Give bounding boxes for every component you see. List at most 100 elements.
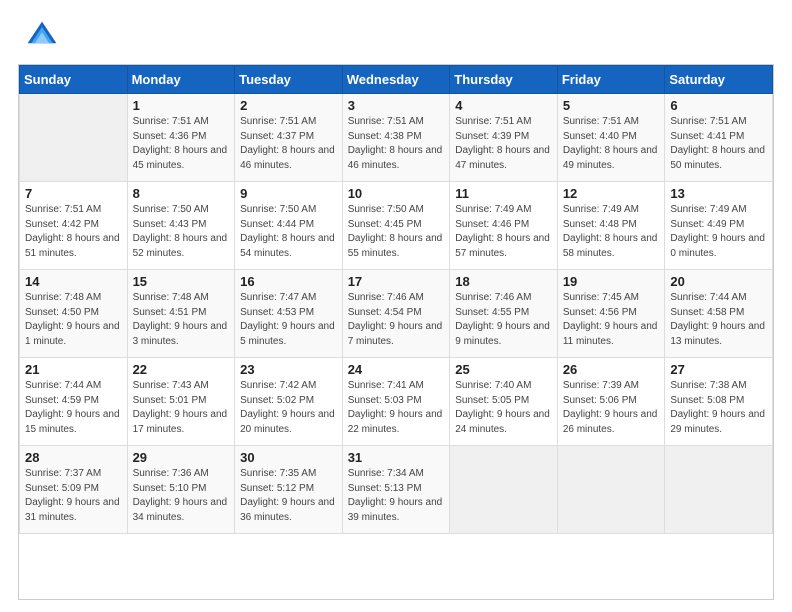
week-row-3: 14Sunrise: 7:48 AMSunset: 4:50 PMDayligh… (20, 270, 773, 358)
day-number: 9 (240, 186, 337, 201)
day-number: 31 (348, 450, 445, 465)
day-info: Sunrise: 7:51 AMSunset: 4:36 PMDaylight:… (133, 115, 230, 173)
calendar-cell: 30 Sunrise: 7:35 AMSunset: 5:12 PMDayligh… (235, 446, 343, 534)
calendar-cell: 29 Sunrise: 7:36 AMSunset: 5:10 PMDayligh… (127, 446, 235, 534)
day-info: Sunrise: 7:50 AMSunset: 4:45 PMDaylight:… (348, 203, 445, 261)
calendar-cell: 3Sunrise: 7:51 AMSunset: 4:38 PMDaylight… (342, 94, 450, 182)
day-info: Sunrise: 7:47 AMSunset: 4:53 PMDaylight:… (240, 291, 337, 349)
day-info: Sunrise: 7:45 AMSunset: 4:56 PMDaylight:… (563, 291, 660, 349)
day-number: 23 (240, 362, 337, 377)
day-info: Sunrise: 7:50 AMSunset: 4:44 PMDaylight:… (240, 203, 337, 261)
day-info: Sunrise: 7:40 AMSunset: 5:05 PMDaylight:… (455, 379, 552, 437)
day-info: Sunrise: 7:42 AMSunset: 5:02 PMDaylight:… (240, 379, 337, 437)
day-number: 18 (455, 274, 552, 289)
day-number: 29 (133, 450, 230, 465)
calendar-cell (665, 446, 773, 534)
day-number: 10 (348, 186, 445, 201)
calendar-cell: 10 Sunrise: 7:50 AMSunset: 4:45 PMDayligh… (342, 182, 450, 270)
calendar-cell: 19 Sunrise: 7:45 AMSunset: 4:56 PMDayligh… (557, 270, 665, 358)
day-info: Sunrise: 7:49 AMSunset: 4:48 PMDaylight:… (563, 203, 660, 261)
calendar-cell: 9 Sunrise: 7:50 AMSunset: 4:44 PMDaylight… (235, 182, 343, 270)
day-number: 12 (563, 186, 660, 201)
weekday-header-friday: Friday (557, 66, 665, 94)
day-number: 24 (348, 362, 445, 377)
day-info: Sunrise: 7:46 AMSunset: 4:55 PMDaylight:… (455, 291, 552, 349)
day-info: Sunrise: 7:51 AMSunset: 4:42 PMDaylight:… (25, 203, 122, 261)
day-number: 5 (563, 98, 660, 113)
weekday-header-saturday: Saturday (665, 66, 773, 94)
header (0, 0, 792, 64)
calendar-cell: 4 Sunrise: 7:51 AMSunset: 4:39 PMDaylight… (450, 94, 558, 182)
week-row-2: 7 Sunrise: 7:51 AMSunset: 4:42 PMDaylight… (20, 182, 773, 270)
day-number: 26 (563, 362, 660, 377)
calendar-header: SundayMondayTuesdayWednesdayThursdayFrid… (20, 66, 773, 94)
calendar-cell: 6 Sunrise: 7:51 AMSunset: 4:41 PMDaylight… (665, 94, 773, 182)
day-info: Sunrise: 7:50 AMSunset: 4:43 PMDaylight:… (133, 203, 230, 261)
calendar-cell: 5 Sunrise: 7:51 AMSunset: 4:40 PMDaylight… (557, 94, 665, 182)
calendar-cell: 7 Sunrise: 7:51 AMSunset: 4:42 PMDaylight… (20, 182, 128, 270)
day-number: 14 (25, 274, 122, 289)
day-info: Sunrise: 7:35 AMSunset: 5:12 PMDaylight:… (240, 467, 337, 525)
day-number: 19 (563, 274, 660, 289)
day-number: 1 (133, 98, 230, 113)
weekday-header-wednesday: Wednesday (342, 66, 450, 94)
calendar-cell: 14Sunrise: 7:48 AMSunset: 4:50 PMDayligh… (20, 270, 128, 358)
day-number: 22 (133, 362, 230, 377)
weekday-header-thursday: Thursday (450, 66, 558, 94)
day-number: 4 (455, 98, 552, 113)
day-number: 28 (25, 450, 122, 465)
calendar-cell: 18 Sunrise: 7:46 AMSunset: 4:55 PMDayligh… (450, 270, 558, 358)
calendar-cell (450, 446, 558, 534)
calendar-cell: 1 Sunrise: 7:51 AMSunset: 4:36 PMDaylight… (127, 94, 235, 182)
calendar-cell: 22 Sunrise: 7:43 AMSunset: 5:01 PMDayligh… (127, 358, 235, 446)
day-info: Sunrise: 7:51 AMSunset: 4:41 PMDaylight:… (670, 115, 767, 173)
calendar-cell: 15Sunrise: 7:48 AMSunset: 4:51 PMDayligh… (127, 270, 235, 358)
day-info: Sunrise: 7:49 AMSunset: 4:49 PMDaylight:… (670, 203, 767, 261)
day-number: 8 (133, 186, 230, 201)
day-info: Sunrise: 7:51 AMSunset: 4:39 PMDaylight:… (455, 115, 552, 173)
day-info: Sunrise: 7:49 AMSunset: 4:46 PMDaylight:… (455, 203, 552, 261)
calendar: SundayMondayTuesdayWednesdayThursdayFrid… (18, 64, 774, 600)
weekday-header-sunday: Sunday (20, 66, 128, 94)
day-info: Sunrise: 7:37 AMSunset: 5:09 PMDaylight:… (25, 467, 122, 525)
day-info: Sunrise: 7:44 AMSunset: 4:59 PMDaylight:… (25, 379, 122, 437)
weekday-header-monday: Monday (127, 66, 235, 94)
day-number: 7 (25, 186, 122, 201)
calendar-cell: 13 Sunrise: 7:49 AMSunset: 4:49 PMDayligh… (665, 182, 773, 270)
day-info: Sunrise: 7:46 AMSunset: 4:54 PMDaylight:… (348, 291, 445, 349)
calendar-cell: 31 Sunrise: 7:34 AMSunset: 5:13 PMDayligh… (342, 446, 450, 534)
calendar-cell: 26 Sunrise: 7:39 AMSunset: 5:06 PMDayligh… (557, 358, 665, 446)
week-row-4: 21Sunrise: 7:44 AMSunset: 4:59 PMDayligh… (20, 358, 773, 446)
calendar-body: 1 Sunrise: 7:51 AMSunset: 4:36 PMDaylight… (20, 94, 773, 534)
day-number: 13 (670, 186, 767, 201)
day-info: Sunrise: 7:44 AMSunset: 4:58 PMDaylight:… (670, 291, 767, 349)
day-number: 17 (348, 274, 445, 289)
calendar-cell: 28 Sunrise: 7:37 AMSunset: 5:09 PMDayligh… (20, 446, 128, 534)
day-number: 27 (670, 362, 767, 377)
day-info: Sunrise: 7:51 AMSunset: 4:38 PMDaylight:… (348, 115, 445, 173)
calendar-cell: 21Sunrise: 7:44 AMSunset: 4:59 PMDayligh… (20, 358, 128, 446)
calendar-cell: 20Sunrise: 7:44 AMSunset: 4:58 PMDayligh… (665, 270, 773, 358)
day-info: Sunrise: 7:41 AMSunset: 5:03 PMDaylight:… (348, 379, 445, 437)
day-number: 25 (455, 362, 552, 377)
day-info: Sunrise: 7:36 AMSunset: 5:10 PMDaylight:… (133, 467, 230, 525)
logo (24, 18, 66, 54)
calendar-cell: 2Sunrise: 7:51 AMSunset: 4:37 PMDaylight… (235, 94, 343, 182)
calendar-cell (557, 446, 665, 534)
day-info: Sunrise: 7:48 AMSunset: 4:51 PMDaylight:… (133, 291, 230, 349)
day-number: 30 (240, 450, 337, 465)
day-info: Sunrise: 7:51 AMSunset: 4:40 PMDaylight:… (563, 115, 660, 173)
day-number: 6 (670, 98, 767, 113)
week-row-5: 28 Sunrise: 7:37 AMSunset: 5:09 PMDayligh… (20, 446, 773, 534)
calendar-cell: 24 Sunrise: 7:41 AMSunset: 5:03 PMDayligh… (342, 358, 450, 446)
weekday-header-tuesday: Tuesday (235, 66, 343, 94)
day-info: Sunrise: 7:43 AMSunset: 5:01 PMDaylight:… (133, 379, 230, 437)
day-number: 16 (240, 274, 337, 289)
calendar-cell: 17 Sunrise: 7:46 AMSunset: 4:54 PMDayligh… (342, 270, 450, 358)
day-info: Sunrise: 7:38 AMSunset: 5:08 PMDaylight:… (670, 379, 767, 437)
calendar-cell: 8 Sunrise: 7:50 AMSunset: 4:43 PMDaylight… (127, 182, 235, 270)
day-info: Sunrise: 7:39 AMSunset: 5:06 PMDaylight:… (563, 379, 660, 437)
day-number: 2 (240, 98, 337, 113)
day-info: Sunrise: 7:34 AMSunset: 5:13 PMDaylight:… (348, 467, 445, 525)
calendar-cell: 16 Sunrise: 7:47 AMSunset: 4:53 PMDayligh… (235, 270, 343, 358)
